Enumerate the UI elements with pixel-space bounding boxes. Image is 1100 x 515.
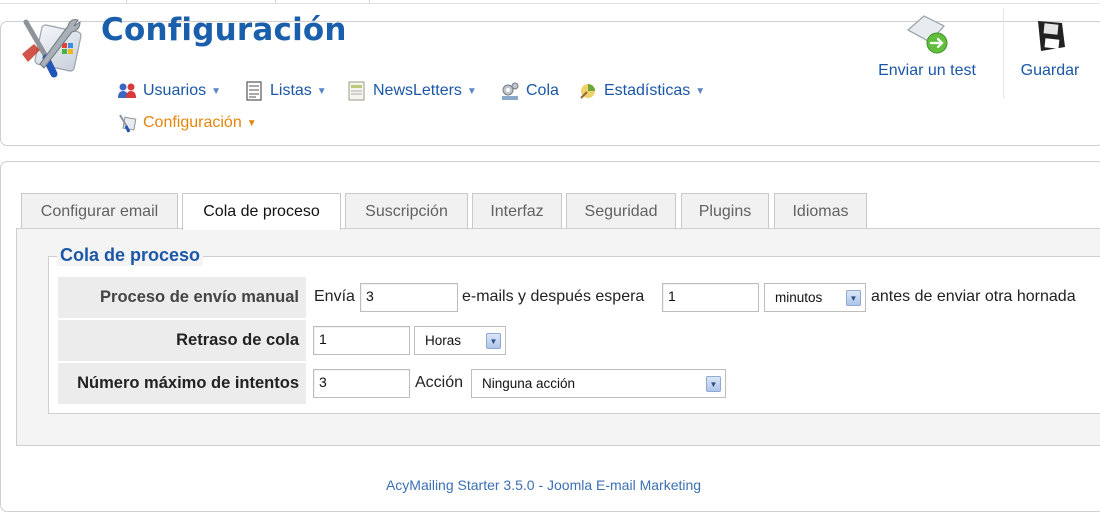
nav-item-listas[interactable]: Listas ▼ [244,80,327,102]
nav-label: Listas [270,82,312,99]
chevron-down-icon: ▼ [695,85,706,97]
dropdown-arrow-icon: ▼ [846,290,861,306]
tab-suscripcion[interactable]: Suscripción [345,193,468,229]
footer-credit[interactable]: AcyMailing Starter 3.5.0 - Joomla E-mail… [0,477,1100,493]
nav-item-newsletters[interactable]: NewsLetters ▼ [347,80,477,102]
sends-text: Envía [314,288,355,305]
wait-unit-select[interactable]: minutos ▼ [764,283,866,312]
wait-text: e-mails y después espera [462,288,645,305]
send-test-button[interactable]: Enviar un test [872,8,982,118]
tab-label: Plugins [698,202,752,220]
toolbar-divider [1003,8,1004,98]
tab-interfaz[interactable]: Interfaz [472,193,562,229]
after-text: antes de enviar otra hornada [871,288,1076,305]
queue-delay-unit-select[interactable]: Horas ▼ [414,326,506,355]
configuration-logo-icon [22,19,82,78]
max-attempts-input[interactable]: 3 [313,369,410,398]
send-test-label: Enviar un test [878,62,976,79]
fieldset-legend: Cola de proceso [57,245,204,266]
tab-idiomas[interactable]: Idiomas [774,193,867,229]
action-select[interactable]: Ninguna acción ▼ [471,369,726,398]
tab-label: Seguridad [584,202,658,220]
nav-item-cola[interactable]: Cola [500,80,559,102]
tab-label: Interfaz [490,202,544,220]
tab-configurar-email[interactable]: Configurar email [21,193,178,229]
select-value: Ninguna acción [482,376,576,391]
nav-label: NewsLetters [373,82,462,99]
manual-process-label: Proceso de envío manual [58,277,306,318]
queue-delay-input[interactable]: 1 [313,326,410,355]
dropdown-arrow-icon: ▼ [486,333,501,349]
floppy-disk-icon [1038,21,1065,51]
action-text: Acción [415,374,464,391]
send-test-icon [906,15,948,54]
tab-label: Idiomas [792,202,849,220]
nav-label: Estadísticas [604,82,691,99]
save-label: Guardar [1020,62,1080,79]
tab-label: Configurar email [40,202,159,220]
emails-per-batch-input[interactable]: 3 [360,283,458,312]
chevron-down-icon: ▼ [466,85,477,97]
chevron-down-icon: ▼ [246,117,257,129]
statistics-icon [580,84,595,99]
queue-icon [502,82,519,100]
configuration-icon [119,114,137,133]
chevron-down-icon: ▼ [211,85,222,97]
max-attempts-label: Número máximo de intentos [58,363,306,404]
nav-label: Cola [526,82,559,99]
tab-label: Suscripción [365,202,448,220]
select-value: minutos [775,290,823,305]
save-button[interactable]: Guardar [1012,8,1088,118]
newsletter-icon [348,81,365,101]
tab-label: Cola de proceso [203,203,320,220]
list-icon [246,81,262,101]
chevron-down-icon: ▼ [316,85,327,97]
nav-label: Usuarios [143,82,207,99]
tab-plugins[interactable]: Plugins [681,193,769,229]
nav-label: Configuración [143,114,242,131]
dropdown-arrow-icon: ▼ [706,376,721,392]
tab-seguridad[interactable]: Seguridad [566,193,676,229]
users-icon [118,83,136,98]
queue-delay-label: Retraso de cola [58,320,306,361]
nav-item-configuracion[interactable]: Configuración ▼ [117,112,257,134]
wait-time-input[interactable]: 1 [662,283,759,312]
select-value: Horas [425,333,462,348]
tab-cola-de-proceso[interactable]: Cola de proceso [182,193,341,230]
top-strip [0,0,1100,4]
page-title: Configuración [101,12,347,48]
nav-item-usuarios[interactable]: Usuarios ▼ [117,80,221,102]
nav-item-estadisticas[interactable]: Estadísticas ▼ [578,80,705,102]
